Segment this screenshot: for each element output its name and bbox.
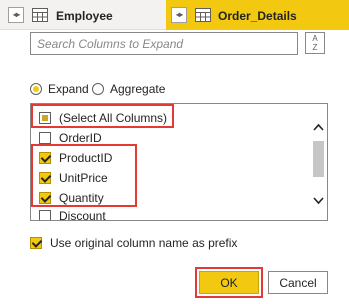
list-item-label: UnitPrice — [59, 171, 108, 185]
list-scrollbar[interactable] — [310, 104, 327, 220]
cancel-button[interactable]: Cancel — [268, 271, 328, 294]
sort-az-icon[interactable]: A Z — [305, 32, 325, 54]
radio-expand-label: Expand — [48, 82, 89, 96]
list-item-orderid[interactable]: OrderID — [39, 128, 102, 148]
column-title-order-details: Order_Details — [218, 9, 297, 23]
list-item-label: ProductID — [59, 151, 113, 165]
sort-glyph-a: A — [312, 34, 318, 43]
radio-aggregate[interactable]: Aggregate — [92, 82, 165, 96]
scroll-thumb[interactable] — [313, 141, 324, 177]
expand-columns-icon[interactable]: ◂▸ — [8, 7, 24, 23]
radio-expand[interactable]: Expand — [30, 82, 89, 96]
radio-aggregate-label: Aggregate — [110, 82, 166, 96]
table-icon — [195, 8, 211, 22]
checkbox-icon[interactable] — [39, 192, 51, 204]
expand-columns-icon[interactable]: ◂▸ — [171, 7, 187, 23]
list-item-label: OrderID — [59, 131, 102, 145]
list-item-select-all[interactable]: (Select All Columns) — [39, 108, 167, 128]
search-columns-input[interactable] — [30, 32, 298, 55]
table-icon — [32, 8, 48, 22]
prefix-option[interactable]: Use original column name as prefix — [30, 236, 237, 250]
list-item-label: Discount — [59, 209, 106, 221]
radio-button-icon[interactable] — [30, 83, 42, 95]
list-item-label: (Select All Columns) — [59, 111, 168, 125]
column-header-bar: ◂▸ Employee ◂▸ Order_Details — [0, 0, 349, 30]
list-item-unitprice[interactable]: UnitPrice — [39, 168, 108, 188]
sort-glyph-z: Z — [312, 43, 318, 52]
list-item-productid[interactable]: ProductID — [39, 148, 112, 168]
radio-button-icon[interactable] — [92, 83, 104, 95]
prefix-option-label: Use original column name as prefix — [50, 236, 238, 250]
chevron-up-icon[interactable] — [312, 122, 325, 134]
list-item-discount[interactable]: Discount — [39, 206, 106, 221]
checkbox-icon[interactable] — [39, 152, 51, 164]
checkbox-icon[interactable] — [39, 172, 51, 184]
column-title-employee: Employee — [56, 9, 113, 23]
chevron-down-icon[interactable] — [312, 194, 325, 206]
ok-button[interactable]: OK — [199, 271, 259, 294]
checkbox-icon[interactable] — [39, 132, 51, 144]
columns-listbox[interactable]: (Select All Columns) OrderID ProductID U… — [30, 103, 328, 221]
checkbox-icon[interactable] — [39, 210, 51, 220]
checkbox-icon[interactable] — [39, 112, 51, 124]
list-item-quantity[interactable]: Quantity — [39, 188, 104, 208]
checkbox-icon[interactable] — [30, 237, 42, 249]
list-item-label: Quantity — [59, 191, 104, 205]
